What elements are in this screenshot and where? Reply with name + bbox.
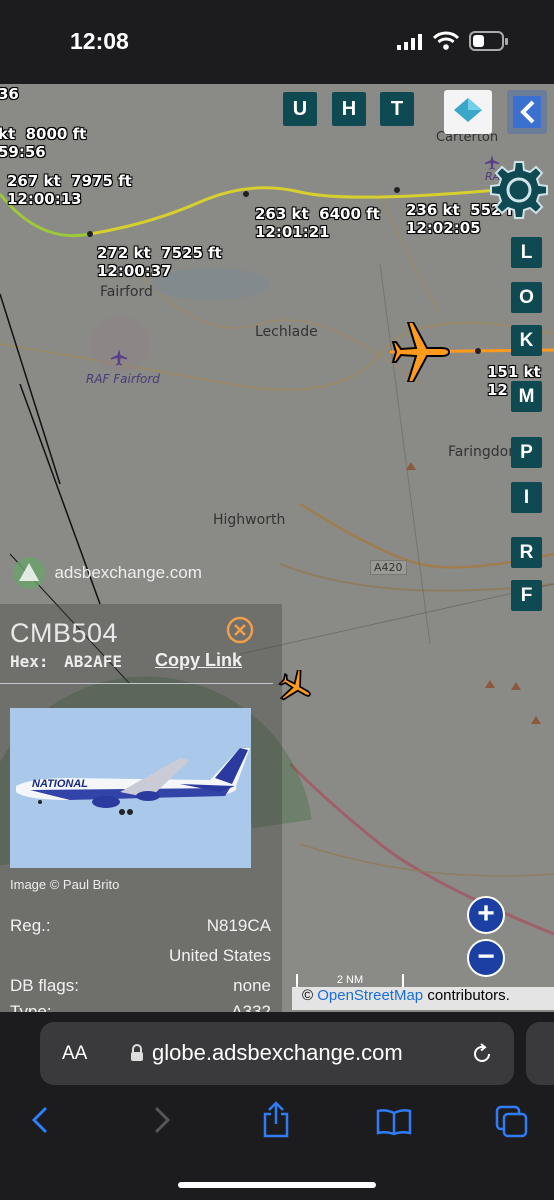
map-view[interactable]: Carterton Fairford Lechlade Faringdon Hi… [0, 84, 554, 1012]
type-value: A332 [231, 1002, 271, 1012]
u-button[interactable]: U [283, 92, 317, 126]
hex-label: Hex: [10, 652, 49, 671]
f-button[interactable]: F [511, 580, 542, 611]
db-flags-label: DB flags: [10, 976, 79, 995]
reg-value: N819CA [206, 916, 271, 935]
l-button[interactable]: L [511, 237, 542, 268]
status-time: 12:08 [70, 28, 129, 54]
share-icon[interactable] [261, 1100, 291, 1138]
openstreetmap-link[interactable]: OpenStreetMap [317, 987, 423, 1004]
place-faringdon: Faringdon [448, 444, 518, 460]
aircraft-photo[interactable]: NATIONAL [10, 708, 251, 868]
track-label-partial: 36 [0, 85, 19, 103]
map-attribution: © OpenStreetMap contributors. [292, 987, 554, 1010]
track-speed: 267 kt [7, 172, 61, 190]
airport-icon [111, 349, 127, 366]
copyright-symbol: © [302, 987, 314, 1004]
track-speed: 236 kt [406, 201, 460, 219]
address-bar[interactable]: AA globe.adsbexchange.com [40, 1022, 514, 1085]
track-label: 267 kt 7975 ft 12:00:13 [7, 172, 132, 208]
next-tab-preview[interactable] [526, 1022, 554, 1085]
attribution-text: contributors. [427, 987, 510, 1004]
copy-link[interactable]: Copy Link [155, 650, 242, 671]
adsbexchange-watermark: adsbexchange.com [12, 556, 202, 590]
cellular-signal-icon [397, 34, 422, 50]
reg-label: Reg.: [10, 916, 51, 935]
image-credit: Image © Paul Brito [10, 877, 120, 892]
reload-icon[interactable] [470, 1042, 494, 1066]
battery-icon [469, 31, 508, 51]
track-label: 272 kt 7525 ft 12:00:37 [97, 244, 222, 280]
watermark-text: adsbexchange.com [54, 563, 202, 582]
browser-chrome: AA globe.adsbexchange.com [0, 1012, 554, 1200]
reader-aa-button[interactable]: AA [62, 1043, 87, 1065]
forward-chevron-icon[interactable] [150, 1104, 174, 1136]
t-button[interactable]: T [380, 92, 414, 126]
track-speed: 272 kt [97, 244, 151, 262]
close-icon[interactable] [225, 615, 255, 645]
zoom-in-button[interactable]: + [467, 896, 505, 934]
chevron-left-icon [513, 96, 541, 128]
aircraft-info-panel: CMB504 Hex: AB2AFE Copy Link NATIONAL Im… [0, 604, 282, 1012]
track-altitude: 7525 ft [161, 244, 222, 262]
back-chevron-icon[interactable] [28, 1104, 52, 1136]
zoom-out-button[interactable]: − [467, 939, 505, 977]
track-time: 59:56 [0, 143, 46, 161]
track-speed: kt [0, 125, 16, 143]
lock-icon [131, 1044, 143, 1061]
k-button[interactable]: K [511, 325, 542, 356]
layers-icon [454, 98, 482, 122]
road-label-a420: A420 [370, 560, 407, 575]
p-button[interactable]: P [511, 437, 542, 468]
layers-button[interactable] [444, 90, 492, 134]
track-time: 12:00:37 [97, 262, 172, 280]
home-indicator [178, 1182, 376, 1188]
hex-value: AB2AFE [64, 652, 122, 671]
track-speed: 151 kt [487, 363, 541, 381]
status-bar: 12:08 [0, 0, 554, 84]
place-fairford: Fairford [100, 284, 153, 300]
type-label: Type: [10, 1002, 52, 1012]
track-speed: 263 kt [255, 205, 309, 223]
r-button[interactable]: R [511, 537, 542, 568]
adsbexchange-logo-icon [13, 557, 45, 589]
country: United States [168, 946, 271, 965]
track-altitude: 6400 ft [319, 205, 380, 223]
url-text: globe.adsbexchange.com [152, 1040, 403, 1065]
aircraft-icon[interactable] [276, 670, 316, 704]
track-time: 12:00:13 [7, 190, 82, 208]
db-flags-value: none [233, 976, 271, 995]
hex-code: Hex: AB2AFE [10, 652, 122, 671]
bookmarks-icon[interactable] [376, 1108, 412, 1136]
h-button[interactable]: H [332, 92, 366, 126]
track-altitude: 8000 ft [25, 125, 87, 143]
divider [0, 683, 273, 684]
m-button[interactable]: M [511, 381, 542, 412]
track-altitude: 7975 ft [71, 172, 132, 190]
place-raf-fairford: RAF Fairford [86, 372, 160, 386]
track-label: 36 [0, 85, 19, 103]
back-toggle-button[interactable] [507, 90, 547, 134]
tabs-icon[interactable] [495, 1105, 529, 1139]
callsign: CMB504 [10, 618, 119, 648]
wifi-icon [433, 31, 459, 50]
o-button[interactable]: O [511, 282, 542, 313]
place-lechlade: Lechlade [255, 324, 318, 340]
aircraft-icon[interactable] [387, 322, 455, 382]
livery-text: NATIONAL [32, 778, 88, 790]
settings-gear-icon[interactable] [487, 158, 551, 222]
place-highworth: Highworth [213, 512, 286, 528]
aircraft-photo-image: NATIONAL [10, 708, 251, 868]
track-time: 12:01:21 [255, 223, 330, 241]
track-label: kt 8000 ft 59:56 [0, 125, 86, 161]
track-label: 263 kt 6400 ft 12:01:21 [255, 205, 380, 241]
i-button[interactable]: I [511, 482, 542, 513]
